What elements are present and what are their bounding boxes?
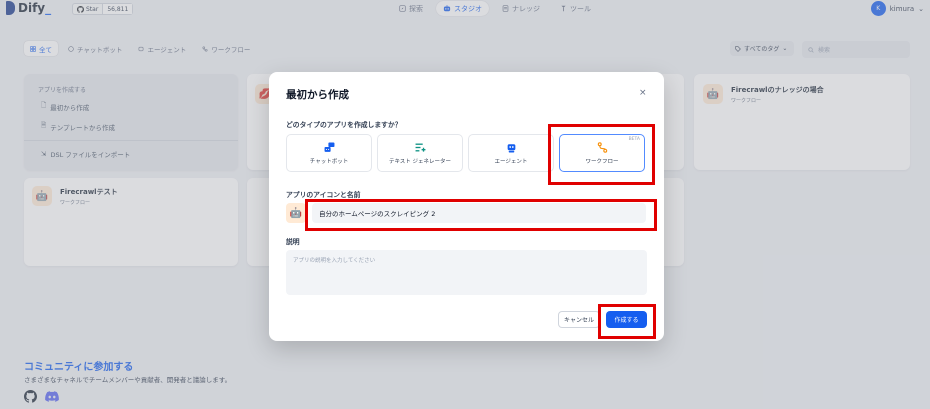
- name-row: 🤖 自分のホームページのスクレイピング 2: [286, 203, 646, 223]
- create-button[interactable]: 作成する: [606, 311, 647, 328]
- app-type-options: チャットボット テキスト ジェネレーター エージェント BETA ワークフロー: [286, 134, 645, 172]
- close-icon[interactable]: ×: [639, 88, 647, 98]
- app-name-input[interactable]: 自分のホームページのスクレイピング 2: [312, 203, 646, 223]
- create-app-modal: 最初から作成 × どのタイプのアプリを作成しますか？ チャットボット テキスト …: [269, 72, 664, 341]
- type-agent[interactable]: エージェント: [468, 134, 554, 172]
- app-icon-picker[interactable]: 🤖: [286, 203, 306, 223]
- type-workflow[interactable]: BETA ワークフロー: [559, 134, 645, 172]
- cancel-button[interactable]: キャンセル: [558, 311, 600, 328]
- description-textarea[interactable]: アプリの説明を入力してください: [286, 250, 647, 295]
- type-chatbot[interactable]: チャットボット: [286, 134, 372, 172]
- robot-emoji-icon: 🤖: [289, 207, 303, 219]
- text-generator-icon: [415, 143, 425, 152]
- agent-icon: [507, 143, 515, 152]
- beta-badge: BETA: [628, 137, 640, 142]
- app-type-question: どのタイプのアプリを作成しますか？: [286, 121, 402, 129]
- type-text-generator[interactable]: テキスト ジェネレーター: [377, 134, 463, 172]
- workflow-icon: [597, 141, 607, 153]
- name-label: アプリのアイコンと名前: [286, 191, 361, 199]
- chatbot-icon: [324, 142, 334, 152]
- modal-title: 最初から作成: [286, 89, 349, 101]
- description-label: 説明: [286, 238, 300, 246]
